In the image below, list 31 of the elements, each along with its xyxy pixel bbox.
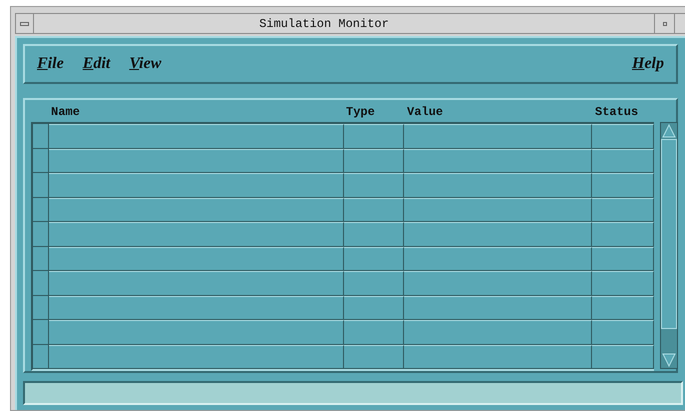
table-cell	[592, 296, 654, 319]
table-cell	[592, 173, 654, 196]
table-cell	[344, 271, 404, 294]
table-cell	[344, 198, 404, 221]
table-cell	[344, 344, 404, 368]
table-cell	[344, 296, 404, 319]
table-cell	[344, 148, 404, 172]
menu-item[interactable]: File	[37, 52, 64, 76]
table-cell	[592, 198, 654, 221]
table-cell	[592, 320, 654, 344]
table-cell	[344, 246, 404, 270]
table-cell	[592, 344, 654, 368]
column-header: Name	[51, 104, 80, 121]
scroll-down-icon[interactable]	[661, 352, 677, 368]
table-cell	[344, 320, 404, 344]
table-cell	[592, 271, 654, 294]
menu-item[interactable]: View	[129, 52, 162, 76]
menu-item[interactable]: Help	[632, 52, 664, 76]
column-header: Value	[407, 104, 444, 121]
table-cell	[592, 222, 654, 246]
table-cell	[592, 148, 654, 172]
column-header: Status	[595, 104, 638, 121]
scrollbar[interactable]	[660, 122, 678, 369]
menu-item[interactable]: Edit	[82, 52, 110, 76]
table-cell	[344, 124, 404, 148]
table-cell	[592, 246, 654, 270]
window-title: Simulation Monitor	[258, 16, 390, 32]
table-cell	[344, 173, 404, 196]
table-cell	[344, 222, 404, 246]
column-header: Type	[346, 104, 375, 121]
table-cell	[592, 124, 654, 148]
